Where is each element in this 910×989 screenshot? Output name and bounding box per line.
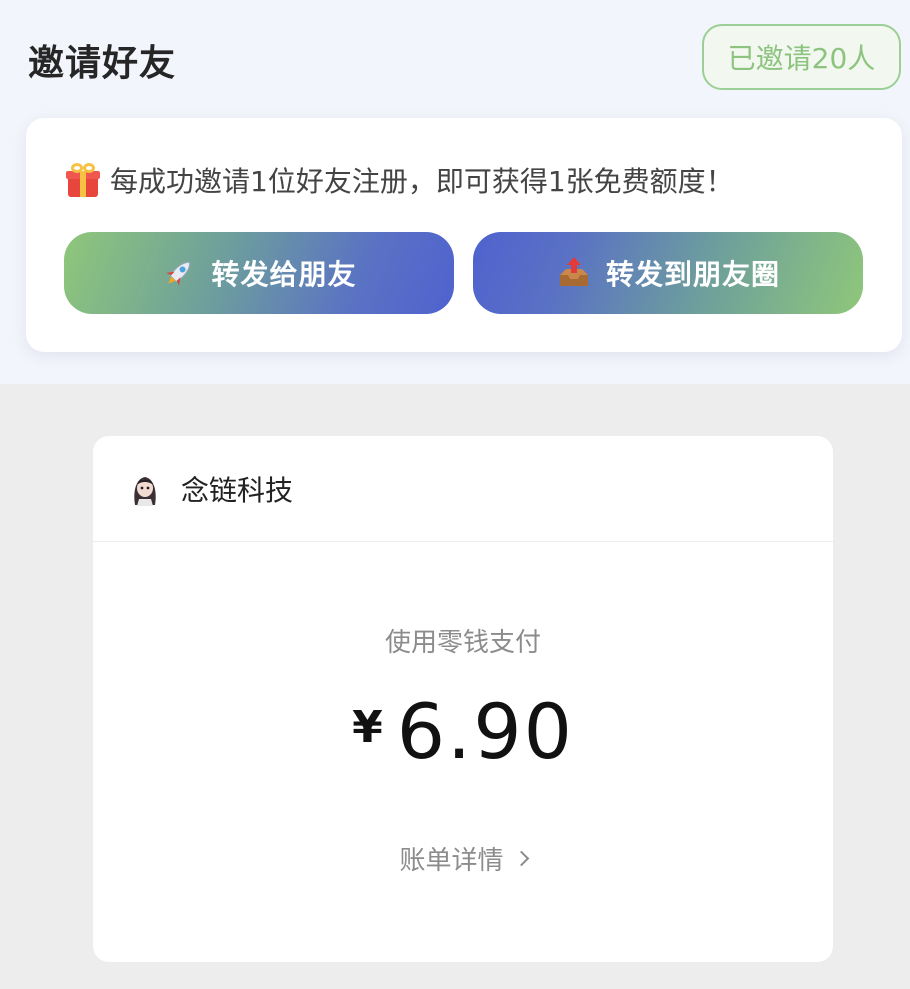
bill-detail-label: 账单详情 [399,846,504,876]
invite-section: 邀请好友 已邀请20人 每成功邀请1位好友注册，即可获得1张免费额度！ 转发给朋… [0,0,910,384]
invited-count-badge[interactable]: 已邀请20人 [702,24,901,90]
amount-value: 6.90 [396,687,574,776]
invite-card: 每成功邀请1位好友注册，即可获得1张免费额度！ 转发给朋友 转发到朋友圈 [26,118,902,352]
invite-description-text: 每成功邀请1位好友注册，即可获得1张免费额度！ [110,165,734,198]
payment-method: 使用零钱支付 [384,628,541,658]
invite-description: 每成功邀请1位好友注册，即可获得1张免费额度！ [66,160,734,200]
forward-to-moments-button[interactable]: 转发到朋友圈 [473,232,863,314]
chevron-right-icon [513,850,529,867]
bill-detail-link[interactable]: 账单详情 [93,840,833,877]
merchant-header: 念链科技 [93,436,833,542]
outbox-tray-icon [556,255,592,291]
rocket-icon [161,255,197,291]
forward-to-friend-label: 转发给朋友 [211,258,357,291]
payment-card: 念链科技 使用零钱支付 ¥ 6.90 账单详情 [93,436,833,962]
merchant-avatar [127,471,163,507]
forward-to-moments-label: 转发到朋友圈 [605,258,780,291]
currency-symbol: ¥ [352,702,383,753]
invite-title: 邀请好友 [28,43,177,84]
gift-icon [66,163,100,197]
merchant-name: 念链科技 [181,473,294,507]
payment-amount: ¥ 6.90 [93,694,833,770]
forward-to-friend-button[interactable]: 转发给朋友 [64,232,454,314]
